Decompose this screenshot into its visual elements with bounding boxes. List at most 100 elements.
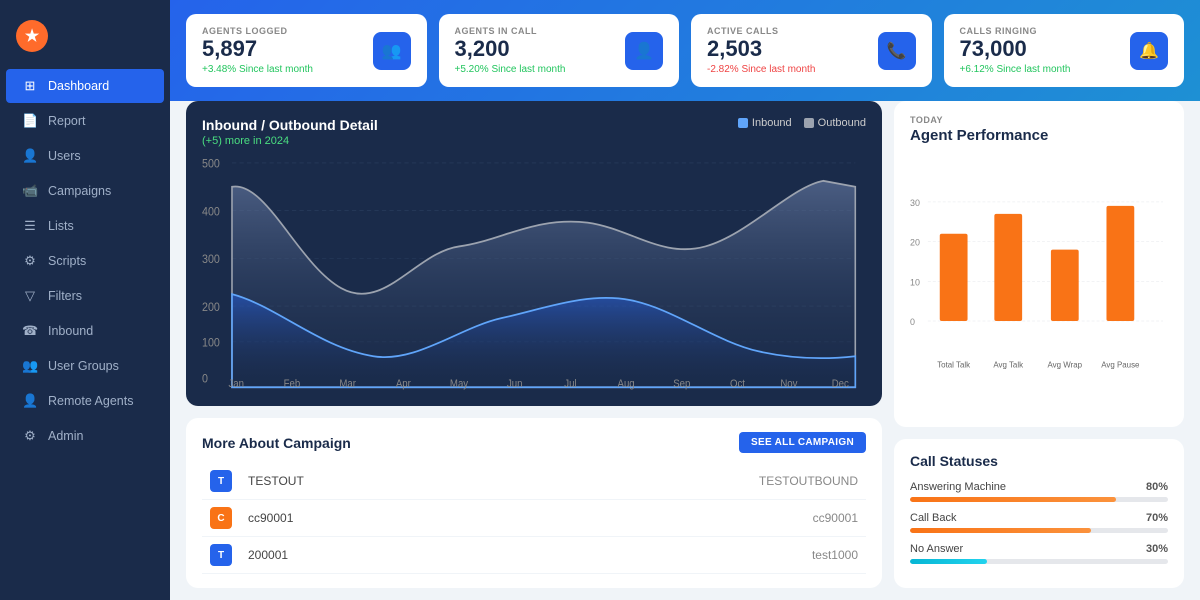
- svg-text:Feb: Feb: [284, 379, 301, 390]
- sidebar-label-inbound: Inbound: [48, 324, 93, 338]
- stat-value-3: 73,000: [960, 36, 1131, 62]
- sidebar-item-scripts[interactable]: ⚙Scripts: [6, 244, 164, 278]
- body-row: Inbound / Outbound Detail (+5) more in 2…: [170, 101, 1200, 600]
- stat-info-2: ACTIVE CALLS 2,503 -2.82% Since last mon…: [707, 26, 878, 75]
- stat-label-1: AGENTS IN CALL: [455, 26, 626, 36]
- call-statuses-title: Call Statuses: [910, 453, 1168, 469]
- stat-label-3: CALLS RINGING: [960, 26, 1131, 36]
- stat-change-0: +3.48% Since last month: [202, 64, 373, 75]
- bar-avg-pause: [1106, 206, 1134, 321]
- agent-performance-card: TODAY Agent Performance 30 20 10 0: [894, 101, 1184, 427]
- see-all-campaign-button[interactable]: SEE ALL CAMPAIGN: [739, 432, 866, 453]
- campaign-badge-cell-1: C: [202, 500, 240, 537]
- chart-title: Inbound / Outbound Detail: [202, 117, 378, 133]
- bar-total-talk: [940, 234, 968, 321]
- stat-icon-1: 👤: [625, 32, 663, 70]
- sidebar-label-admin: Admin: [48, 429, 83, 443]
- stat-info-1: AGENTS IN CALL 3,200 +5.20% Since last m…: [455, 26, 626, 75]
- sidebar-label-filters: Filters: [48, 289, 82, 303]
- stat-card-0: AGENTS LOGGED 5,897 +3.48% Since last mo…: [186, 14, 427, 87]
- user-groups-icon: 👥: [22, 358, 38, 374]
- svg-text:200: 200: [202, 302, 220, 315]
- campaigns-icon: 📹: [22, 183, 38, 199]
- sidebar-item-admin[interactable]: ⚙ Admin: [6, 419, 164, 453]
- svg-text:Mar: Mar: [339, 379, 356, 390]
- progress-bar-0: [910, 497, 1168, 502]
- stat-label-0: AGENTS LOGGED: [202, 26, 373, 36]
- campaign-id-0: TESTOUTBOUND: [480, 463, 866, 500]
- svg-text:Avg Talk: Avg Talk: [993, 361, 1023, 370]
- stat-change-2: -2.82% Since last month: [707, 64, 878, 75]
- campaign-card: More About Campaign SEE ALL CAMPAIGN T T…: [186, 418, 882, 588]
- stat-card-2: ACTIVE CALLS 2,503 -2.82% Since last mon…: [691, 14, 932, 87]
- sidebar-item-user-groups[interactable]: 👥User Groups: [6, 349, 164, 383]
- campaign-name-2: 200001: [240, 537, 480, 574]
- sidebar-item-report[interactable]: 📄 Report: [6, 104, 164, 138]
- call-statuses-card: Call Statuses Answering Machine 80% Call…: [894, 439, 1184, 588]
- sidebar-label-scripts: Scripts: [48, 254, 86, 268]
- svg-text:Aug: Aug: [618, 379, 635, 390]
- stat-label-2: ACTIVE CALLS: [707, 26, 878, 36]
- campaign-id-2: test1000: [480, 537, 866, 574]
- progress-fill-0: [910, 497, 1116, 502]
- status-label-2: No Answer: [910, 543, 963, 555]
- report-icon: 📄: [22, 113, 38, 129]
- sidebar-item-filters[interactable]: ▽Filters: [6, 279, 164, 313]
- sidebar-item-remote-agents[interactable]: 👤 Remote Agents: [6, 384, 164, 418]
- svg-text:Sep: Sep: [673, 379, 690, 390]
- sidebar-item-inbound[interactable]: ☎Inbound: [6, 314, 164, 348]
- campaign-row-2: T 200001 test1000: [202, 537, 866, 574]
- progress-fill-1: [910, 528, 1091, 533]
- campaign-badge-0: T: [210, 470, 232, 492]
- campaign-badge-2: T: [210, 544, 232, 566]
- sidebar-item-users[interactable]: 👤Users: [6, 139, 164, 173]
- sidebar-item-dashboard[interactable]: ⊞Dashboard: [6, 69, 164, 103]
- stat-info-3: CALLS RINGING 73,000 +6.12% Since last m…: [960, 26, 1131, 75]
- svg-text:Jul: Jul: [564, 379, 576, 390]
- svg-text:400: 400: [202, 206, 220, 219]
- svg-text:Avg Wrap: Avg Wrap: [1048, 361, 1083, 370]
- today-label: TODAY: [910, 115, 1168, 125]
- left-column: Inbound / Outbound Detail (+5) more in 2…: [186, 101, 882, 588]
- sidebar-item-campaigns[interactable]: 📹Campaigns: [6, 174, 164, 208]
- svg-text:500: 500: [202, 159, 220, 172]
- chart-legend: Inbound Outbound: [738, 117, 866, 129]
- svg-text:10: 10: [910, 278, 920, 288]
- status-pct-1: 70%: [1146, 512, 1168, 524]
- campaign-badge-cell-2: T: [202, 537, 240, 574]
- stat-value-1: 3,200: [455, 36, 626, 62]
- lists-icon: ☰: [22, 218, 38, 234]
- sidebar-label-report: Report: [48, 114, 86, 128]
- stat-info-0: AGENTS LOGGED 5,897 +3.48% Since last mo…: [202, 26, 373, 75]
- status-header-0: Answering Machine 80%: [910, 481, 1168, 493]
- progress-bar-1: [910, 528, 1168, 533]
- status-pct-2: 30%: [1146, 543, 1168, 555]
- sidebar-item-lists[interactable]: ☰Lists: [6, 209, 164, 243]
- logo-icon: ★: [16, 20, 48, 52]
- svg-text:Oct: Oct: [730, 379, 745, 390]
- progress-fill-2: [910, 559, 987, 564]
- svg-text:Dec: Dec: [832, 379, 849, 390]
- svg-text:Avg Pause: Avg Pause: [1101, 361, 1140, 370]
- progress-bar-2: [910, 559, 1168, 564]
- admin-icon: ⚙: [22, 428, 38, 444]
- svg-text:Nov: Nov: [780, 379, 798, 390]
- chart-area: 500 400 300 200 100 0: [202, 151, 866, 390]
- svg-text:Apr: Apr: [396, 379, 412, 390]
- status-row-0: Answering Machine 80%: [910, 481, 1168, 502]
- status-row-1: Call Back 70%: [910, 512, 1168, 533]
- stat-card-1: AGENTS IN CALL 3,200 +5.20% Since last m…: [439, 14, 680, 87]
- svg-text:30: 30: [910, 198, 920, 208]
- agent-performance-chart: 30 20 10 0 Total Talk: [910, 154, 1168, 413]
- svg-text:0: 0: [202, 373, 208, 386]
- status-label-0: Answering Machine: [910, 481, 1006, 493]
- campaign-badge-cell-0: T: [202, 463, 240, 500]
- legend-inbound: Inbound: [738, 117, 792, 129]
- stat-icon-2: 📞: [878, 32, 916, 70]
- stat-value-0: 5,897: [202, 36, 373, 62]
- svg-text:Jun: Jun: [507, 379, 523, 390]
- sidebar-label-remote-agents: Remote Agents: [48, 394, 133, 408]
- remote-agents-icon: 👤: [22, 393, 38, 409]
- svg-text:Jan: Jan: [229, 379, 245, 390]
- svg-text:Total Talk: Total Talk: [937, 361, 970, 370]
